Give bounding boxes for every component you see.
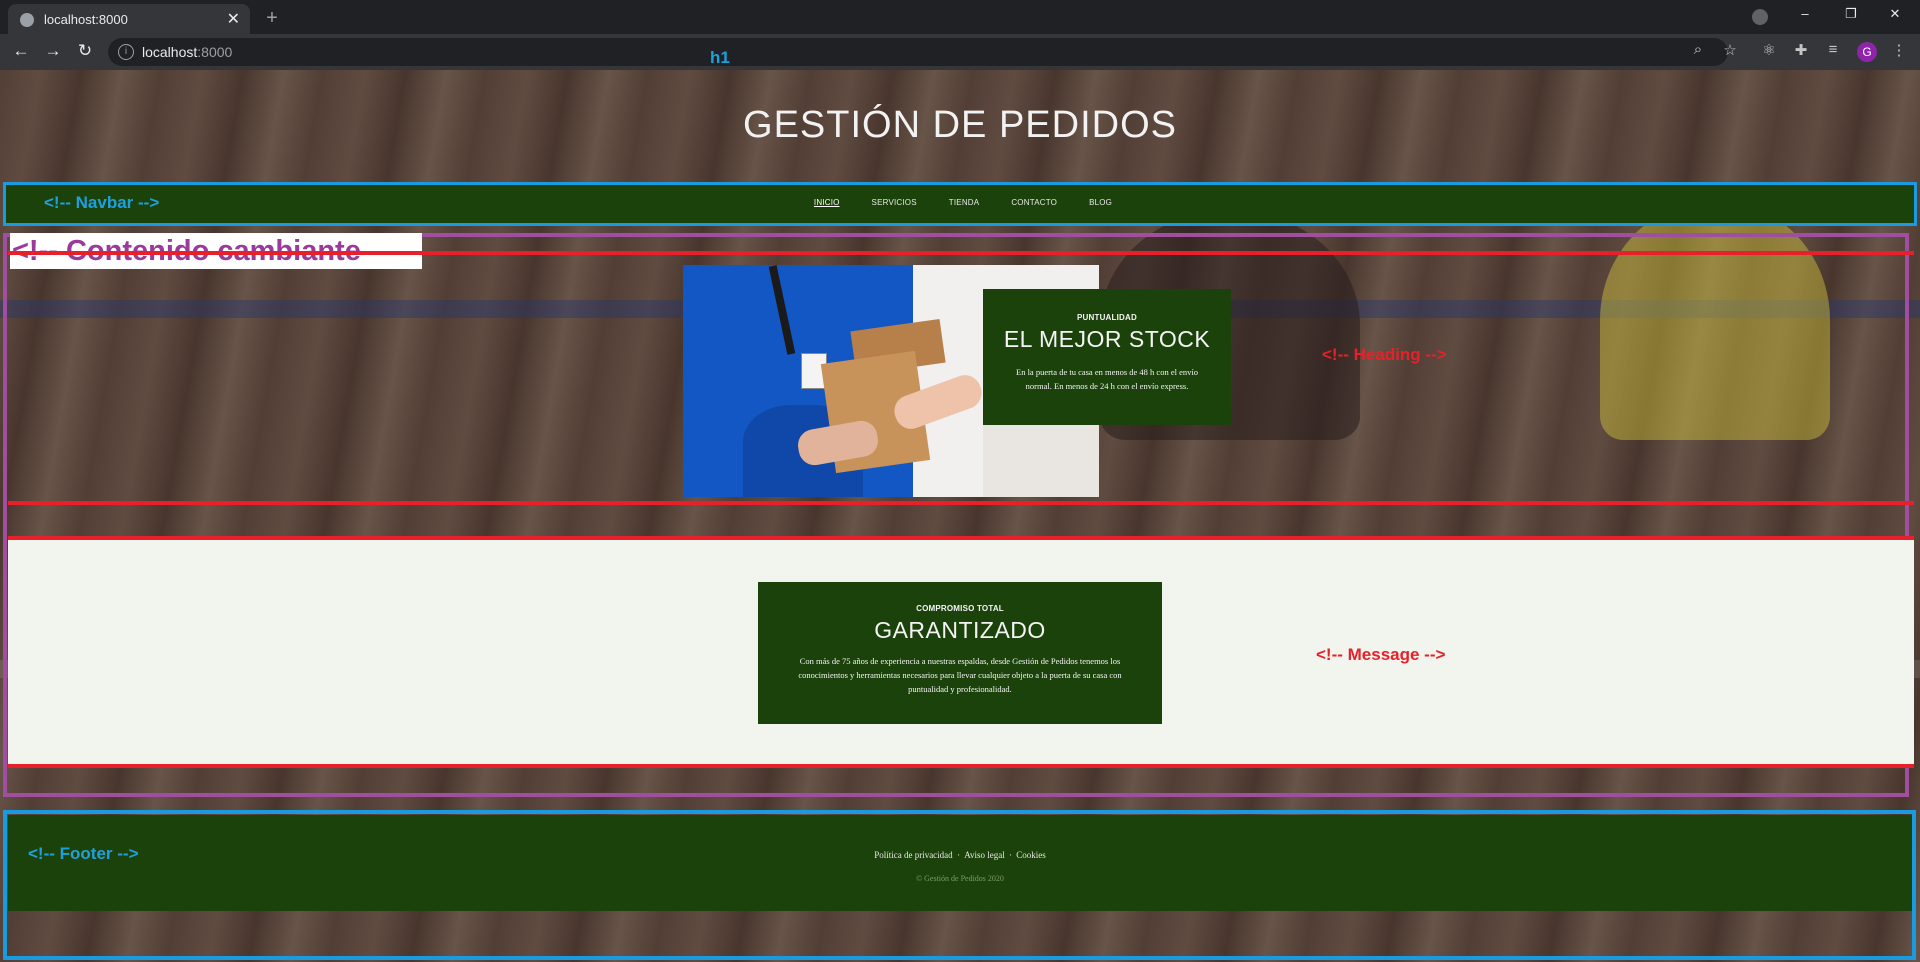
close-tab-icon[interactable]: ✕ <box>227 9 240 29</box>
heading-card: PUNTUALIDAD EL MEJOR STOCK En la puerta … <box>983 289 1231 425</box>
footer-links: Política de privacidad · Aviso legal · C… <box>0 850 1920 860</box>
footer-copyright: © Gestión de Pedidos 2020 <box>916 874 1004 883</box>
profile-avatar[interactable]: G <box>1857 42 1877 62</box>
message-card: COMPROMISO TOTAL GARANTIZADO Con más de … <box>758 582 1162 724</box>
heading-card-title: EL MEJOR STOCK <box>1003 326 1211 352</box>
footer-annotation-frame <box>3 810 1916 960</box>
message-annotation: <!-- Message --> <box>1316 645 1446 664</box>
navbar: <!-- Navbar --> INICIO SERVICIOS TIENDA … <box>3 182 1917 226</box>
nav-item-contacto[interactable]: CONTACTO <box>1011 198 1057 207</box>
star-icon[interactable]: ☆ <box>1719 41 1741 59</box>
message-card-title: GARANTIZADO <box>874 617 1046 643</box>
heading-card-text: En la puerta de tu casa en menos de 48 h… <box>1016 367 1198 391</box>
tab-search-icon[interactable] <box>1752 9 1768 25</box>
page-title: GESTIÓN DE PEDIDOS <box>743 104 1177 146</box>
react-devtools-icon[interactable]: ⚛ <box>1758 41 1780 59</box>
footer-separator: · <box>956 850 960 860</box>
message-card-eyebrow: COMPROMISO TOTAL <box>916 604 1004 613</box>
heading-annotation: <!-- Heading --> <box>1322 345 1447 364</box>
nav-item-inicio[interactable]: INICIO <box>814 198 840 207</box>
forward-icon[interactable]: → <box>41 41 65 61</box>
nav-item-blog[interactable]: BLOG <box>1089 198 1112 207</box>
heading-card-eyebrow: PUNTUALIDAD <box>1077 313 1137 322</box>
reading-list-icon[interactable]: ≡ <box>1822 41 1844 58</box>
minimize-icon[interactable]: – <box>1790 6 1820 21</box>
globe-icon <box>20 13 34 27</box>
restore-icon[interactable]: ❐ <box>1836 6 1866 22</box>
address-bar[interactable]: i localhost:8000 <box>108 38 1728 66</box>
new-tab-icon[interactable]: + <box>258 4 286 32</box>
browser-tab-strip: localhost:8000 ✕ + – ❐ ✕ <box>0 0 1920 34</box>
nav-item-servicios[interactable]: SERVICIOS <box>872 198 917 207</box>
footer-separator: · <box>1009 850 1013 860</box>
legal-link[interactable]: Aviso legal <box>964 850 1005 860</box>
cookies-link[interactable]: Cookies <box>1016 850 1046 860</box>
browser-tab[interactable]: localhost:8000 ✕ <box>8 4 250 34</box>
h1-annotation: h1 <box>710 48 730 67</box>
message-card-text: Con más de 75 años de experiencia a nues… <box>798 656 1122 694</box>
extensions-icon[interactable]: ✚ <box>1790 41 1812 59</box>
tab-title: localhost:8000 <box>44 12 128 27</box>
close-window-icon[interactable]: ✕ <box>1880 6 1910 22</box>
url-text: localhost:8000 <box>142 44 233 60</box>
nav-item-tienda[interactable]: TIENDA <box>949 198 980 207</box>
privacy-link[interactable]: Política de privacidad <box>874 850 952 860</box>
menu-icon[interactable]: ⋮ <box>1888 41 1910 59</box>
info-icon[interactable]: i <box>118 44 134 60</box>
reload-icon[interactable]: ↻ <box>73 41 97 61</box>
zoom-icon[interactable]: ⌕ <box>1687 41 1709 58</box>
nav-menu: INICIO SERVICIOS TIENDA CONTACTO BLOG <box>6 198 1920 207</box>
back-icon[interactable]: ← <box>9 41 33 61</box>
browser-toolbar: ← → ↻ i localhost:8000 ⌕ ☆ ⚛ ✚ ≡ ⋮ <box>0 34 1920 70</box>
